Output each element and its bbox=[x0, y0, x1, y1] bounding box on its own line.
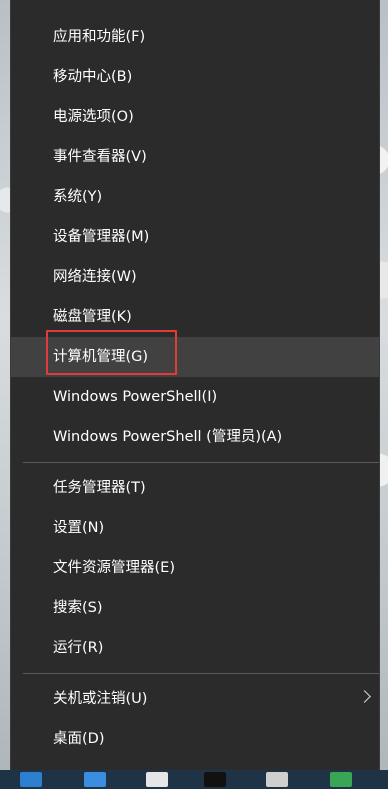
menu-item-label: 应用和功能(F) bbox=[53, 29, 146, 45]
taskbar-app-icon[interactable] bbox=[266, 772, 288, 787]
menu-item-label: 运行(R) bbox=[53, 640, 104, 656]
menu-item-shutdown-or-sign-out[interactable]: 关机或注销(U) bbox=[11, 679, 379, 719]
menu-item-apps-and-features[interactable]: 应用和功能(F) bbox=[11, 17, 379, 57]
menu-item-label: 电源选项(O) bbox=[53, 109, 134, 125]
taskbar-app-icon[interactable] bbox=[204, 772, 226, 787]
taskbar-start-icon[interactable] bbox=[20, 772, 42, 787]
menu-item-label: 磁盘管理(K) bbox=[53, 309, 132, 325]
menu-item-settings[interactable]: 设置(N) bbox=[11, 508, 379, 548]
menu-separator bbox=[23, 462, 379, 463]
menu-item-network-connections[interactable]: 网络连接(W) bbox=[11, 257, 379, 297]
menu-item-label: 桌面(D) bbox=[53, 731, 105, 747]
menu-item-file-explorer[interactable]: 文件资源管理器(E) bbox=[11, 548, 379, 588]
menu-item-run[interactable]: 运行(R) bbox=[11, 628, 379, 668]
menu-item-system[interactable]: 系统(Y) bbox=[11, 177, 379, 217]
menu-item-label: 任务管理器(T) bbox=[53, 480, 146, 496]
chevron-right-icon bbox=[358, 690, 371, 703]
menu-item-label: 事件查看器(V) bbox=[53, 149, 147, 165]
menu-item-label: 系统(Y) bbox=[53, 189, 103, 205]
menu-item-label: 移动中心(B) bbox=[53, 69, 133, 85]
menu-item-label: 设置(N) bbox=[53, 520, 105, 536]
taskbar-app-icon[interactable] bbox=[330, 772, 352, 787]
menu-item-event-viewer[interactable]: 事件查看器(V) bbox=[11, 137, 379, 177]
red-highlight-box bbox=[46, 330, 177, 375]
menu-item-mobility-center[interactable]: 移动中心(B) bbox=[11, 57, 379, 97]
menu-item-label: Windows PowerShell (管理员)(A) bbox=[53, 429, 283, 445]
menu-item-powershell-admin[interactable]: Windows PowerShell (管理员)(A) bbox=[11, 417, 379, 457]
menu-separator bbox=[23, 673, 379, 674]
menu-item-search[interactable]: 搜索(S) bbox=[11, 588, 379, 628]
menu-item-powershell[interactable]: Windows PowerShell(I) bbox=[11, 377, 379, 417]
winx-context-menu: 应用和功能(F) 移动中心(B) 电源选项(O) 事件查看器(V) 系统(Y) … bbox=[10, 0, 380, 770]
taskbar-app-icon[interactable] bbox=[146, 772, 168, 787]
menu-item-device-manager[interactable]: 设备管理器(M) bbox=[11, 217, 379, 257]
menu-item-desktop[interactable]: 桌面(D) bbox=[11, 719, 379, 759]
menu-item-label: 文件资源管理器(E) bbox=[53, 560, 175, 576]
menu-item-power-options[interactable]: 电源选项(O) bbox=[11, 97, 379, 137]
menu-item-label: 搜索(S) bbox=[53, 600, 103, 616]
menu-item-label: 设备管理器(M) bbox=[53, 229, 150, 245]
taskbar bbox=[0, 770, 388, 789]
menu-item-label: 网络连接(W) bbox=[53, 269, 137, 285]
menu-item-task-manager[interactable]: 任务管理器(T) bbox=[11, 468, 379, 508]
menu-item-label: Windows PowerShell(I) bbox=[53, 389, 218, 405]
taskbar-app-icon[interactable] bbox=[84, 772, 106, 787]
menu-item-label: 关机或注销(U) bbox=[53, 691, 148, 707]
